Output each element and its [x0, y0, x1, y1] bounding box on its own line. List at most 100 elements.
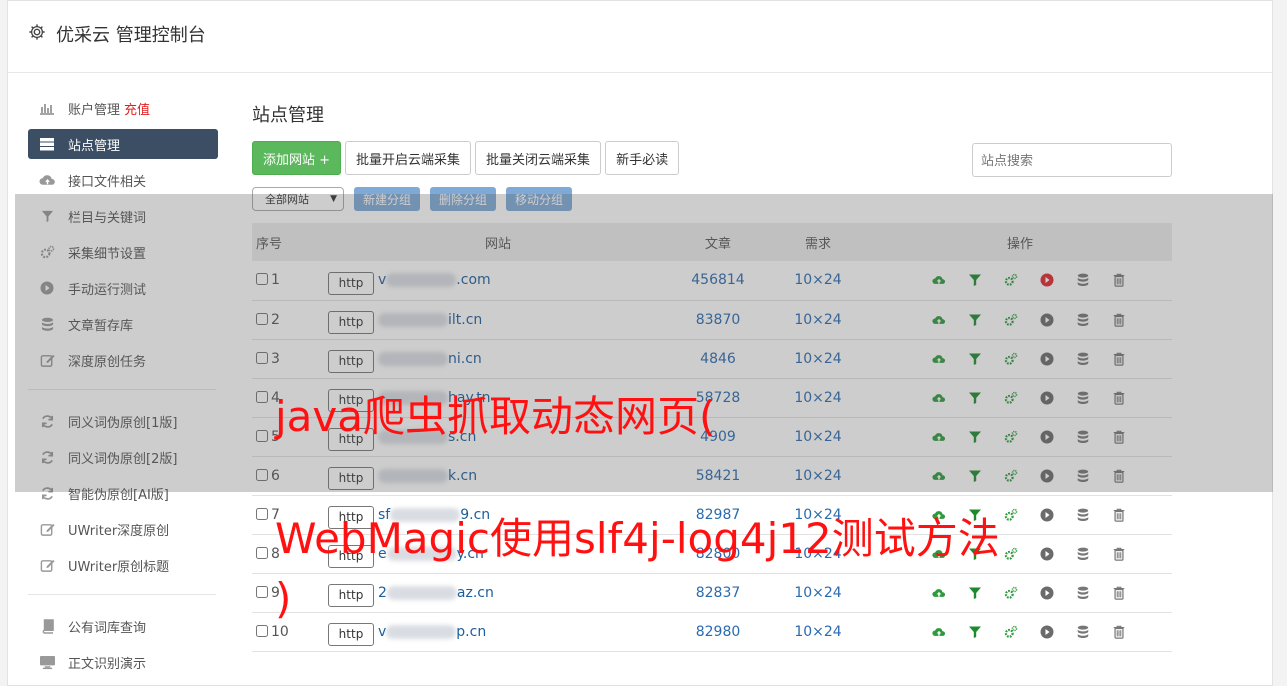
sidebar-item-items-3[interactable]: 栏目与关键词 — [28, 201, 218, 231]
row-checkbox[interactable] — [256, 312, 268, 325]
recharge-link[interactable]: 充值 — [124, 99, 150, 118]
row-checkbox[interactable] — [256, 390, 268, 403]
database-icon[interactable] — [1076, 546, 1112, 562]
cloud-upload-icon[interactable] — [932, 312, 968, 328]
row-checkbox[interactable] — [256, 468, 268, 481]
sidebar-item-items3-0[interactable]: 公有词库查询 — [28, 611, 218, 641]
play-icon[interactable] — [1040, 272, 1076, 288]
database-icon[interactable] — [1076, 468, 1112, 484]
cloud-upload-icon[interactable] — [932, 429, 968, 445]
trash-icon[interactable] — [1112, 468, 1148, 484]
sidebar-item-items-4[interactable]: 采集细节设置 — [28, 237, 218, 267]
gears-icon[interactable] — [1004, 429, 1040, 445]
gears-icon[interactable] — [1004, 624, 1040, 640]
cloud-upload-icon[interactable] — [932, 390, 968, 406]
sidebar-item-items2-3[interactable]: UWriter深度原创 — [28, 514, 218, 544]
trash-icon[interactable] — [1112, 312, 1148, 328]
trash-icon[interactable] — [1112, 507, 1148, 523]
play-icon[interactable] — [1040, 312, 1076, 328]
play-icon[interactable] — [1040, 624, 1076, 640]
protocol-badge[interactable]: http — [328, 311, 374, 334]
filter-icon[interactable] — [968, 429, 1004, 445]
new-group-button[interactable]: 新建分组 — [354, 187, 421, 211]
sidebar-item-items2-0[interactable]: 同义词伪原创[1版] — [28, 406, 218, 436]
article-count[interactable]: 82980 — [668, 612, 768, 651]
site-search-input[interactable] — [972, 143, 1172, 177]
trash-icon[interactable] — [1112, 546, 1148, 562]
gears-icon[interactable] — [1004, 585, 1040, 601]
cloud-upload-icon[interactable] — [932, 272, 968, 288]
cloud-upload-icon[interactable] — [932, 585, 968, 601]
database-icon[interactable] — [1076, 507, 1112, 523]
delete-group-button[interactable]: 删除分组 — [430, 187, 497, 211]
sidebar-item-items3-1[interactable]: 正文识别演示 — [28, 647, 218, 677]
article-count[interactable]: 4846 — [668, 339, 768, 378]
demand-value[interactable]: 10×24 — [768, 417, 868, 456]
gears-icon[interactable] — [1004, 546, 1040, 562]
database-icon[interactable] — [1076, 351, 1112, 367]
sidebar-item-items-6[interactable]: 文章暂存库 — [28, 309, 218, 339]
protocol-badge[interactable]: http — [328, 350, 374, 373]
database-icon[interactable] — [1076, 312, 1112, 328]
play-icon[interactable] — [1040, 546, 1076, 562]
demand-value[interactable]: 10×24 — [768, 573, 868, 612]
article-count[interactable]: 82837 — [668, 573, 768, 612]
gears-icon[interactable] — [1004, 351, 1040, 367]
row-checkbox[interactable] — [256, 429, 268, 442]
demand-value[interactable]: 10×24 — [768, 339, 868, 378]
row-checkbox[interactable] — [256, 273, 268, 286]
sidebar-item-items2-1[interactable]: 同义词伪原创[2版] — [28, 442, 218, 472]
database-icon[interactable] — [1076, 624, 1112, 640]
trash-icon[interactable] — [1112, 585, 1148, 601]
site-domain-link[interactable]: ni.cn — [378, 351, 482, 367]
cloud-upload-icon[interactable] — [932, 624, 968, 640]
play-icon[interactable] — [1040, 429, 1076, 445]
sidebar-item-items2-2[interactable]: 智能伪原创[AI版] — [28, 478, 218, 508]
move-group-button[interactable]: 移动分组 — [506, 187, 573, 211]
database-icon[interactable] — [1076, 390, 1112, 406]
row-checkbox[interactable] — [256, 585, 268, 598]
article-count[interactable]: 456814 — [668, 261, 768, 300]
filter-icon[interactable] — [968, 390, 1004, 406]
site-domain-link[interactable]: v p.cn — [378, 624, 486, 640]
filter-icon[interactable] — [968, 312, 1004, 328]
database-icon[interactable] — [1076, 429, 1112, 445]
site-domain-link[interactable]: k.cn — [378, 468, 477, 484]
sidebar-item-items-2[interactable]: 接口文件相关 — [28, 165, 218, 195]
database-icon[interactable] — [1076, 272, 1112, 288]
group-select[interactable]: 全部网站 ▼ — [252, 187, 344, 211]
trash-icon[interactable] — [1112, 390, 1148, 406]
sidebar-item-items-0[interactable]: 账户管理 充值 — [28, 93, 218, 123]
row-checkbox[interactable] — [256, 546, 268, 559]
demand-value[interactable]: 10×24 — [768, 378, 868, 417]
protocol-badge[interactable]: http — [328, 467, 374, 490]
trash-icon[interactable] — [1112, 351, 1148, 367]
site-domain-link[interactable]: ilt.cn — [378, 312, 482, 328]
gears-icon[interactable] — [1004, 312, 1040, 328]
row-checkbox[interactable] — [256, 624, 268, 637]
sidebar-item-items-5[interactable]: 手动运行测试 — [28, 273, 218, 303]
gears-icon[interactable] — [1004, 390, 1040, 406]
demand-value[interactable]: 10×24 — [768, 300, 868, 339]
protocol-badge[interactable]: http — [328, 271, 374, 295]
filter-icon[interactable] — [968, 624, 1004, 640]
sidebar-item-items-7[interactable]: 深度原创任务 — [28, 345, 218, 375]
play-icon[interactable] — [1040, 351, 1076, 367]
database-icon[interactable] — [1076, 585, 1112, 601]
protocol-badge[interactable]: http — [328, 584, 374, 607]
beginner-guide-button[interactable]: 新手必读 — [605, 141, 680, 175]
play-icon[interactable] — [1040, 585, 1076, 601]
filter-icon[interactable] — [968, 351, 1004, 367]
article-count[interactable]: 83870 — [668, 300, 768, 339]
sidebar-item-items2-4[interactable]: UWriter原创标题 — [28, 550, 218, 580]
play-icon[interactable] — [1040, 468, 1076, 484]
article-count[interactable]: 58421 — [668, 456, 768, 495]
gears-icon[interactable] — [1004, 272, 1040, 288]
gears-icon[interactable] — [1004, 507, 1040, 523]
filter-icon[interactable] — [968, 272, 1004, 288]
trash-icon[interactable] — [1112, 272, 1148, 288]
trash-icon[interactable] — [1112, 429, 1148, 445]
filter-icon[interactable] — [968, 585, 1004, 601]
row-checkbox[interactable] — [256, 351, 268, 364]
gears-icon[interactable] — [1004, 468, 1040, 484]
